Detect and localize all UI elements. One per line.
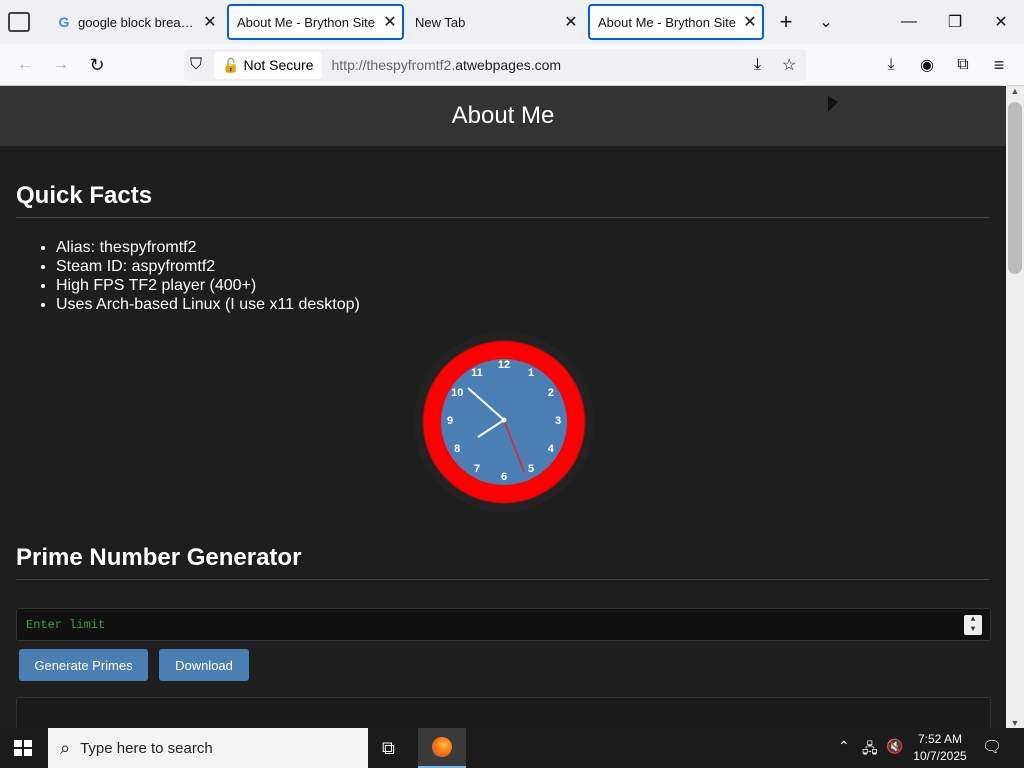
tab-title: google block breaker - [78, 14, 198, 30]
nav-bar: ← → ↻ ⛉ 🔓 Not Secure http://thespyfromtf… [0, 44, 1024, 86]
clock-center [501, 417, 507, 423]
page-header: About Me [0, 86, 1006, 146]
google-icon: G [58, 14, 70, 30]
volume-muted-icon[interactable]: 🔇 [886, 738, 903, 755]
list-item: High FPS TF2 player (400+) [56, 276, 360, 295]
second-hand [503, 419, 525, 473]
page-title: About Me [451, 102, 555, 129]
clock-tray[interactable]: 7:52 AM 10/7/2025 [908, 731, 972, 765]
close-icon[interactable]: ✕ [378, 12, 402, 32]
security-label: Not Secure [243, 57, 314, 73]
tab-google[interactable]: G google block breaker - ✕ [48, 4, 222, 40]
notifications-icon[interactable]: 🗨 [982, 737, 1002, 757]
list-item: Alias: thespyfromtf2 [56, 238, 360, 257]
limit-placeholder: Enter limit [26, 618, 106, 632]
downloads-icon[interactable]: ⤓ [876, 50, 906, 80]
tab-title: About Me - Brython Site [598, 14, 737, 30]
page-content: About Me Quick Facts Alias: thespyfromtf… [0, 86, 1006, 728]
mouse-cursor-icon [828, 96, 838, 112]
tab-bar: G google block breaker - ✕ About Me - Br… [0, 0, 1024, 44]
tab-title: New Tab [415, 14, 466, 30]
url-domain: atwebpages.com [455, 57, 562, 73]
download-button[interactable]: Download [159, 649, 249, 681]
scroll-down-icon[interactable]: ▼ [1006, 718, 1024, 728]
network-icon[interactable]: 🖧 [862, 738, 878, 762]
scrollbar-thumb[interactable] [1008, 102, 1022, 274]
shield-icon[interactable]: ⛉ [190, 56, 202, 74]
analog-clock: 12 1 2 3 4 5 6 7 8 9 10 11 [414, 332, 594, 512]
tab-about-me-2[interactable]: About Me - Brython Site ✕ [588, 4, 764, 40]
clock-hands [467, 387, 525, 473]
not-secure-badge[interactable]: 🔓 Not Secure [214, 51, 322, 79]
taskbar: ⌕ Type here to search ⧉ ⌃ 🖧 🔇 7:52 AM 10… [0, 728, 1024, 768]
minimize-icon[interactable]: — [886, 0, 932, 44]
search-placeholder: Type here to search [80, 739, 213, 757]
back-icon[interactable]: ← [10, 50, 40, 80]
hour-hand [477, 419, 505, 438]
tray-date: 10/7/2025 [913, 749, 967, 763]
window-close-icon[interactable]: ✕ [978, 0, 1024, 44]
minute-hand [467, 387, 505, 421]
url-text[interactable]: http://thespyfromtf2.atwebpages.com [332, 57, 562, 73]
tab-about-me-1[interactable]: About Me - Brython Site ✕ [227, 4, 404, 40]
firefox-icon [432, 737, 452, 757]
task-view-icon[interactable]: ⧉ [382, 738, 395, 759]
scrollbar[interactable]: ▲ ▼ [1006, 86, 1024, 728]
scroll-up-icon[interactable]: ▲ [1006, 86, 1024, 96]
search-icon: ⌕ [60, 737, 71, 758]
close-icon[interactable]: ✕ [738, 12, 762, 32]
close-icon[interactable]: ✕ [198, 12, 222, 32]
extensions-icon[interactable]: ⧉ [948, 50, 978, 80]
lock-icon: 🔓 [222, 56, 240, 73]
list-item: Uses Arch-based Linux (I use x11 desktop… [56, 295, 360, 314]
windows-start-icon[interactable] [14, 740, 32, 756]
tray-time: 7:52 AM [917, 732, 963, 746]
taskbar-search[interactable]: ⌕ Type here to search [48, 728, 368, 768]
generate-primes-button[interactable]: Generate Primes [19, 649, 148, 681]
number-stepper[interactable]: ▲ ▼ [964, 615, 982, 635]
save-page-icon[interactable]: ⤓ [754, 56, 761, 74]
divider [16, 579, 990, 580]
primes-output [16, 697, 991, 728]
maximize-icon[interactable]: ❐ [932, 0, 978, 44]
list-item: Steam ID: aspyfromtf2 [56, 257, 360, 276]
reload-icon[interactable]: ↻ [82, 50, 112, 80]
bookmark-star-icon[interactable]: ☆ [782, 55, 796, 75]
firefox-taskbar-icon[interactable] [418, 728, 466, 768]
url-bar[interactable]: ⛉ 🔓 Not Secure http://thespyfromtf2.atwe… [184, 49, 806, 81]
facts-list: Alias: thespyfromtf2 Steam ID: aspyfromt… [56, 238, 360, 314]
chevron-up-icon[interactable]: ⌃ [838, 738, 850, 755]
prime-generator-heading: Prime Number Generator [16, 544, 302, 571]
close-icon[interactable]: ✕ [559, 12, 583, 32]
divider [16, 217, 990, 218]
tab-overview-icon[interactable] [8, 12, 30, 32]
tab-new-tab[interactable]: New Tab ✕ [407, 4, 583, 40]
limit-input[interactable]: Enter limit ▲ ▼ [16, 608, 991, 641]
account-icon[interactable]: ◉ [912, 50, 942, 80]
tab-title: About Me - Brython Site [237, 14, 376, 30]
chevron-down-icon[interactable]: ⌄ [803, 0, 849, 44]
menu-icon[interactable]: ≡ [984, 50, 1014, 80]
forward-icon[interactable]: → [46, 50, 76, 80]
url-prefix: http://thespyfromtf2. [331, 57, 456, 73]
quick-facts-heading: Quick Facts [16, 182, 153, 209]
